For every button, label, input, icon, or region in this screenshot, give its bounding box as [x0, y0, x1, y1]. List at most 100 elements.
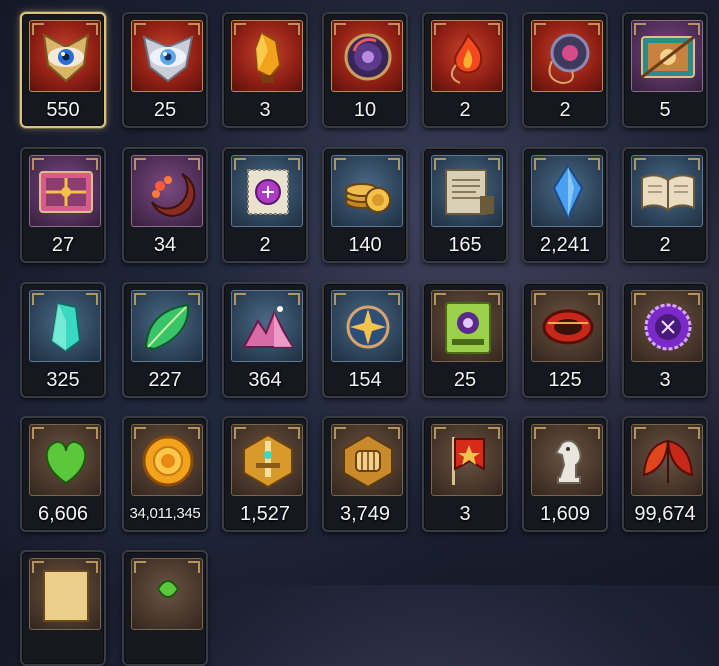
item-quantity: 99,674: [634, 503, 696, 525]
green-leaf-icon: [144, 303, 190, 351]
item-icon-frame: [29, 558, 101, 630]
item-quantity: 364: [248, 369, 282, 391]
item-quantity: 2: [259, 234, 271, 256]
item-icon-frame: [531, 290, 603, 362]
inventory-slot[interactable]: 2,241: [522, 147, 608, 263]
open-book-icon: [641, 174, 695, 212]
inventory-grid: 550 25 3 10 2 2 5 27 34 2 140 165 2,241 2 325 227 364 154…: [0, 0, 719, 666]
inventory-slot[interactable]: 2: [622, 147, 708, 263]
inventory-slot[interactable]: 154: [322, 282, 408, 398]
item-icon-frame: [131, 290, 203, 362]
inventory-slot[interactable]: 3: [622, 282, 708, 398]
inventory-slot[interactable]: 27: [20, 147, 106, 263]
gift-card-pack-icon: [39, 171, 93, 213]
inventory-slot[interactable]: 6,606: [20, 416, 106, 532]
flame-pendant-icon: [450, 33, 483, 84]
inventory-slot[interactable]: 25: [422, 282, 508, 398]
inventory-slot[interactable]: 2: [222, 147, 308, 263]
item-quantity: 165: [448, 234, 482, 256]
item-quantity: 5: [659, 99, 671, 121]
stamp-ticket-icon: [247, 169, 289, 215]
amber-crystal-icon: [254, 31, 282, 83]
inventory-slot[interactable]: 227: [122, 282, 208, 398]
inventory-slot[interactable]: 25: [122, 12, 208, 128]
inventory-slot[interactable]: [20, 550, 106, 666]
item-quantity: 25: [453, 369, 477, 391]
item-quantity: 10: [353, 99, 377, 121]
item-quantity: 25: [153, 99, 177, 121]
item-icon-frame: [131, 155, 203, 227]
inventory-slot[interactable]: 99,674: [622, 416, 708, 532]
star-amulet-icon: [346, 305, 390, 349]
green-card-icon: [445, 302, 491, 354]
inventory-slot[interactable]: 5: [622, 12, 708, 128]
item-icon-frame: [231, 290, 303, 362]
item-quantity: 34: [153, 234, 177, 256]
purple-seal-icon: [644, 303, 692, 351]
item-quantity: 3: [259, 99, 271, 121]
inventory-slot[interactable]: 34: [122, 147, 208, 263]
item-icon-frame: [531, 20, 603, 92]
item-icon-frame: [431, 155, 503, 227]
eye-emblem-icon: [42, 33, 90, 83]
inventory-slot[interactable]: 1,609: [522, 416, 608, 532]
inventory-slot[interactable]: 140: [322, 147, 408, 263]
scroll-icon: [445, 169, 494, 215]
inventory-slot[interactable]: 34,011,345: [122, 416, 208, 532]
item-icon-frame: [631, 424, 703, 496]
inventory-slot[interactable]: 325: [20, 282, 106, 398]
item-icon-frame: [431, 20, 503, 92]
blue-crystal-icon: [552, 164, 584, 221]
item-icon-frame: [331, 424, 403, 496]
item-icon-frame: [231, 155, 303, 227]
item-quantity: 27: [51, 234, 75, 256]
item-quantity: 3: [659, 369, 671, 391]
inventory-slot[interactable]: 2: [522, 12, 608, 128]
sword-badge-icon: [243, 433, 293, 489]
item-icon-frame: [331, 20, 403, 92]
item-icon-frame: [231, 20, 303, 92]
item-icon-frame: [29, 155, 101, 227]
inventory-slot[interactable]: [122, 550, 208, 666]
purple-disc-icon: [344, 33, 392, 81]
item-icon-frame: [131, 558, 203, 630]
gold-coins-icon: [345, 183, 391, 213]
item-icon-frame: [231, 424, 303, 496]
item-quantity: 154: [348, 369, 382, 391]
inventory-slot[interactable]: 125: [522, 282, 608, 398]
item-icon-frame: [29, 424, 101, 496]
item-icon-frame: [631, 290, 703, 362]
inventory-slot[interactable]: 550: [20, 12, 106, 128]
item-icon-frame: [131, 424, 203, 496]
item-icon-frame: [29, 20, 101, 92]
item-icon-frame: [431, 290, 503, 362]
inventory-slot[interactable]: 2: [422, 12, 508, 128]
item-quantity: 140: [348, 234, 382, 256]
inventory-slot[interactable]: 3: [422, 416, 508, 532]
item-icon-frame: [531, 155, 603, 227]
item-quantity: 2,241: [539, 234, 591, 256]
item-icon-frame: [631, 20, 703, 92]
fist-badge-icon: [343, 433, 393, 489]
green-heart-icon: [45, 441, 87, 485]
sun-coin-icon: [142, 435, 194, 487]
item-quantity: 6,606: [37, 503, 89, 525]
knight-chess-piece-icon: [554, 439, 582, 484]
item-quantity: 1,527: [239, 503, 291, 525]
silver-eye-emblem-icon: [142, 35, 194, 83]
item-quantity: 227: [148, 369, 182, 391]
inventory-slot[interactable]: 3,749: [322, 416, 408, 532]
inventory-slot[interactable]: 1,527: [222, 416, 308, 532]
teal-crystal-icon: [50, 301, 82, 353]
red-leaf-pair-icon: [642, 439, 694, 483]
pink-crystal-pile-icon: [242, 306, 294, 348]
card-pack-icon: [641, 35, 695, 79]
item-quantity: 2: [459, 99, 471, 121]
inventory-slot[interactable]: 10: [322, 12, 408, 128]
item-quantity: 34,011,345: [129, 505, 201, 522]
inventory-slot[interactable]: 3: [222, 12, 308, 128]
inventory-slot[interactable]: 165: [422, 147, 508, 263]
inventory-slot[interactable]: 364: [222, 282, 308, 398]
red-bracelet-icon: [542, 309, 594, 345]
item-icon-frame: [431, 424, 503, 496]
